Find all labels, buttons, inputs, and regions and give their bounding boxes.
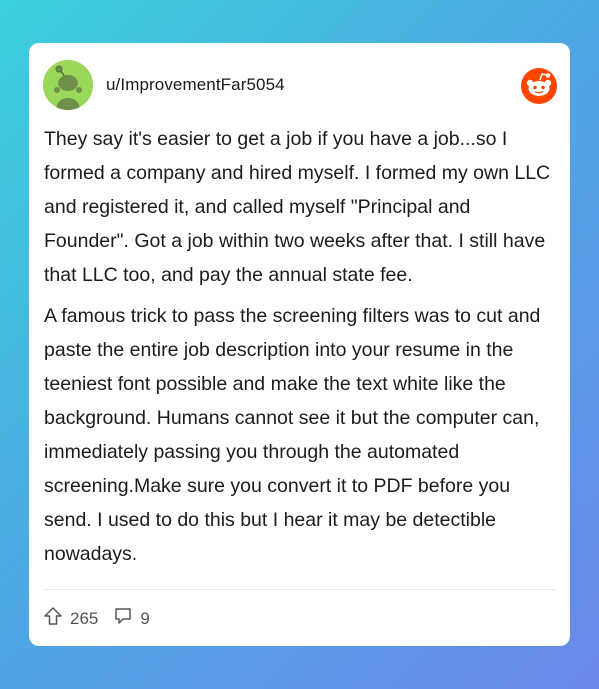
reddit-logo-icon	[521, 68, 557, 104]
upvote-count: 265	[70, 608, 99, 628]
post-paragraph-2: A famous trick to pass the screening fil…	[44, 305, 541, 565]
post-footer: 265 9	[43, 606, 150, 631]
upvote-button[interactable]: 265	[43, 606, 98, 631]
comment-bubble-icon[interactable]	[113, 606, 133, 631]
footer-divider	[43, 589, 556, 590]
snoo-avatar-icon[interactable]	[43, 60, 93, 110]
post-card: u/ImprovementFar5054 They say it's easie…	[29, 43, 570, 646]
post-header: u/ImprovementFar5054	[43, 60, 556, 110]
upvote-arrow-icon[interactable]	[43, 606, 63, 631]
post-paragraph-1: They say it's easier to get a job if you…	[44, 128, 551, 286]
post-username[interactable]: u/ImprovementFar5054	[106, 75, 285, 95]
post-body: They say it's easier to get a job if you…	[43, 122, 556, 571]
comment-count: 9	[140, 608, 150, 628]
comments-button[interactable]: 9	[113, 606, 150, 631]
